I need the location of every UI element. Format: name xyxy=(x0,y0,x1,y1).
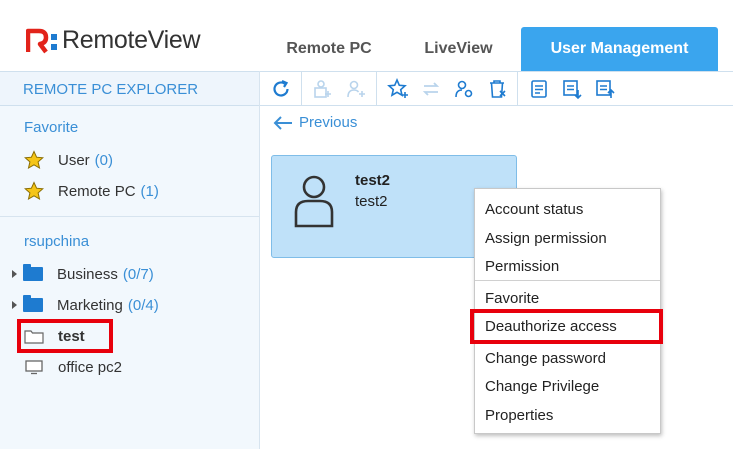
group-item-label: Marketing xyxy=(57,296,123,314)
delete-button[interactable] xyxy=(480,72,513,105)
favorite-item-count: (0) xyxy=(94,151,114,169)
user-card-subtitle: test2 xyxy=(355,193,388,210)
favorite-item-label: User xyxy=(58,151,90,169)
notes-button[interactable] xyxy=(522,72,555,105)
star-icon xyxy=(24,150,44,170)
user-card-title: test2 xyxy=(355,172,391,189)
app-logo: RemoteView xyxy=(26,26,201,55)
monitor-icon xyxy=(25,360,43,375)
menu-item-change-privilege[interactable]: Change Privilege xyxy=(475,374,660,400)
import-button[interactable] xyxy=(588,72,621,105)
group-item-marketing[interactable]: Marketing (0/4) xyxy=(0,292,259,318)
add-user-group-button[interactable] xyxy=(306,72,339,105)
folder-icon xyxy=(23,264,43,281)
top-bar: RemoteView Remote PC LiveView User Manag… xyxy=(0,0,733,71)
previous-label: Previous xyxy=(299,114,358,131)
add-user-icon xyxy=(346,80,365,97)
group-item-count: (0/7) xyxy=(122,265,154,283)
group-item-count: (0/4) xyxy=(127,296,159,314)
group-item-label: office pc2 xyxy=(58,358,122,376)
menu-item-assign-permission[interactable]: Assign permission xyxy=(475,226,660,252)
group-section-title[interactable]: rsupchina xyxy=(24,233,89,250)
add-user-button[interactable] xyxy=(339,72,372,105)
explorer-divider xyxy=(0,216,259,217)
group-item-label: Business xyxy=(57,265,118,283)
user-permission-button[interactable] xyxy=(447,72,480,105)
tab-user-management[interactable]: User Management xyxy=(521,27,718,71)
explorer-header: REMOTE PC EXPLORER xyxy=(0,71,259,106)
group-item-business[interactable]: Business (0/7) xyxy=(0,261,259,287)
export-icon xyxy=(562,79,582,99)
notes-icon xyxy=(530,79,547,98)
arrow-left-icon xyxy=(273,115,292,130)
favorite-item-user[interactable]: User (0) xyxy=(0,147,259,173)
main-tabs: Remote PC LiveView User Management xyxy=(262,27,718,71)
folder-icon xyxy=(23,295,43,312)
expand-caret-icon[interactable] xyxy=(12,301,17,309)
menu-item-permission[interactable]: Permission xyxy=(475,254,660,280)
user-avatar-icon xyxy=(294,175,334,228)
tab-liveview[interactable]: LiveView xyxy=(396,27,521,71)
logo-mark-icon xyxy=(26,28,57,53)
favorite-item-remote-pc[interactable]: Remote PC (1) xyxy=(0,178,259,204)
previous-link[interactable]: Previous xyxy=(273,114,357,131)
menu-item-change-password[interactable]: Change password xyxy=(475,346,660,372)
menu-separator xyxy=(475,280,660,281)
highlight-box xyxy=(470,309,663,344)
tab-remote-pc[interactable]: Remote PC xyxy=(262,27,396,71)
favorite-item-count: (1) xyxy=(140,182,159,200)
move-button[interactable] xyxy=(414,72,447,105)
menu-item-account-status[interactable]: Account status xyxy=(475,197,660,223)
delete-icon xyxy=(489,79,506,98)
export-button[interactable] xyxy=(555,72,588,105)
user-permission-icon xyxy=(454,80,472,97)
highlight-box xyxy=(17,319,113,353)
expand-caret-icon[interactable] xyxy=(12,270,17,278)
move-icon xyxy=(422,81,439,96)
menu-item-properties[interactable]: Properties xyxy=(475,403,660,429)
app-name: RemoteView xyxy=(62,26,201,54)
favorite-item-label: Remote PC xyxy=(58,182,136,200)
refresh-icon xyxy=(272,79,289,97)
add-favorite-button[interactable] xyxy=(381,72,414,105)
group-item-office-pc2[interactable]: office pc2 xyxy=(0,354,259,380)
favorite-section-title[interactable]: Favorite xyxy=(24,119,78,136)
add-favorite-icon xyxy=(386,77,408,98)
refresh-button[interactable] xyxy=(264,72,297,105)
toolbar xyxy=(260,71,733,106)
add-user-group-icon xyxy=(313,79,331,98)
remote-pc-explorer: REMOTE PC EXPLORER Favorite User (0) Rem… xyxy=(0,71,260,449)
star-icon xyxy=(24,181,44,201)
import-icon xyxy=(595,79,615,98)
